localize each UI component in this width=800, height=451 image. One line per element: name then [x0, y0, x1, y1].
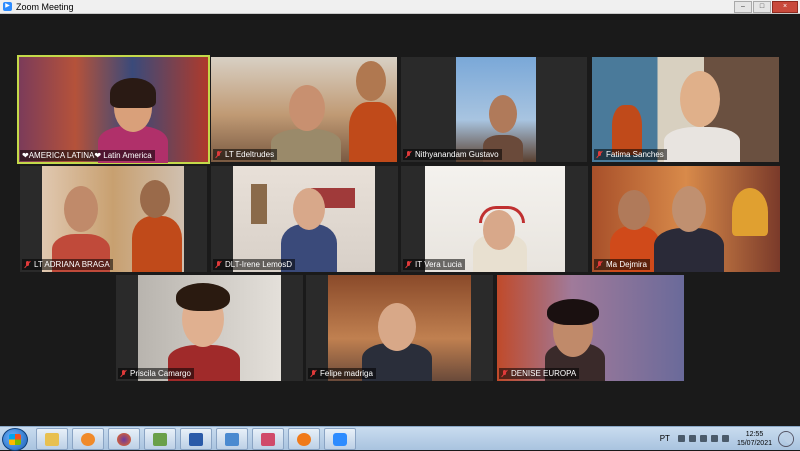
maximize-button[interactable]: □ [753, 1, 771, 13]
taskbar-media-player[interactable] [72, 428, 104, 450]
muted-mic-icon [596, 260, 603, 269]
taskbar: PT 12:55 15/07/2021 [0, 426, 800, 451]
muted-mic-icon [215, 260, 222, 269]
participant-name-tag: Fatima Sanches [594, 149, 667, 160]
window-titlebar: ▶ Zoom Meeting – □ × [0, 0, 800, 14]
participant-name-tag: DENISE EUROPA [499, 368, 580, 379]
start-button[interactable] [2, 428, 28, 451]
system-tray: PT 12:55 15/07/2021 [660, 427, 800, 450]
participant-name: DLT-Irene LemosD [225, 260, 292, 269]
paint-app-icon [153, 432, 167, 446]
paint-brush-icon [225, 432, 239, 446]
participant-name-tag: Ma Dejmira [594, 259, 650, 270]
taskbar-zoom[interactable] [324, 428, 356, 450]
muted-mic-icon [24, 260, 31, 269]
taskbar-firefox[interactable] [108, 428, 140, 450]
scissors-icon [261, 432, 275, 446]
muted-mic-icon [405, 260, 412, 269]
muted-mic-icon [310, 369, 317, 378]
language-indicator[interactable]: PT [660, 434, 670, 443]
signal-icon[interactable] [721, 435, 729, 442]
participant-name-tag: IT Vera Lucia [403, 259, 465, 270]
taskbar-paint[interactable] [144, 428, 176, 450]
zoom-icon [333, 432, 347, 446]
clock-date: 15/07/2021 [736, 439, 772, 447]
window-title: Zoom Meeting [16, 1, 74, 12]
windows-logo-icon [9, 434, 21, 445]
video-tile[interactable]: DLT-Irene LemosD [211, 166, 398, 272]
network-icon[interactable] [710, 435, 718, 442]
word-icon [189, 432, 203, 446]
taskbar-snipping-tool[interactable] [252, 428, 284, 450]
window-controls: – □ × [734, 1, 798, 13]
avast-icon [297, 432, 311, 446]
zoom-app-icon: ▶ [3, 2, 12, 11]
participant-name: LT ADRIANA BRAGA [34, 260, 110, 269]
muted-mic-icon [215, 150, 222, 159]
close-button[interactable]: × [772, 1, 798, 13]
video-tile[interactable]: Fatima Sanches [592, 57, 779, 162]
participant-name: IT Vera Lucia [415, 260, 462, 269]
video-tile[interactable]: LT Edeltrudes [211, 57, 397, 162]
night-mode-icon[interactable] [778, 430, 794, 447]
firefox-icon [117, 432, 131, 446]
participant-name-tag: LT ADRIANA BRAGA [22, 259, 113, 270]
participant-name: Ma Dejmira [606, 260, 647, 269]
participant-name: Fatima Sanches [606, 150, 664, 159]
flag-icon[interactable] [699, 435, 707, 442]
show-hidden-icons-icon[interactable] [677, 435, 685, 442]
participant-name-tag: Priscila Camargo [118, 368, 194, 379]
video-tile[interactable]: Nithyanandam Gustavo [401, 57, 587, 162]
clock-time: 12:55 [745, 430, 764, 438]
muted-mic-icon [596, 150, 603, 159]
muted-mic-icon [120, 369, 127, 378]
minimize-button[interactable]: – [734, 1, 752, 13]
volume-icon[interactable] [688, 435, 696, 442]
video-tile[interactable]: LT ADRIANA BRAGA [20, 166, 207, 272]
video-tile[interactable]: Priscila Camargo [116, 275, 303, 381]
media-player-icon [81, 432, 95, 446]
video-tile[interactable]: DENISE EUROPA [497, 275, 684, 381]
muted-mic-icon [405, 150, 412, 159]
taskbar-file-explorer[interactable] [36, 428, 68, 450]
video-tile[interactable]: Ma Dejmira [592, 166, 780, 272]
participant-name: Felipe madriga [320, 369, 373, 378]
clock[interactable]: 12:55 15/07/2021 [737, 430, 772, 448]
participant-name: DENISE EUROPA [511, 369, 577, 378]
participant-name: Nithyanandam Gustavo [415, 150, 499, 159]
participant-name-tag: LT Edeltrudes [213, 149, 278, 160]
participant-name-tag: Nithyanandam Gustavo [403, 149, 502, 160]
taskbar-avast[interactable] [288, 428, 320, 450]
folder-icon [45, 432, 59, 446]
participant-name-tag: ❤AMERICA LATINA❤ Latin America [20, 150, 155, 161]
participant-name: LT Edeltrudes [225, 150, 275, 159]
taskbar-paint-brush[interactable] [216, 428, 248, 450]
participant-name: ❤AMERICA LATINA❤ Latin America [22, 151, 152, 160]
video-tile[interactable]: ❤AMERICA LATINA❤ Latin America [17, 55, 210, 164]
video-tile[interactable]: Felipe madriga [306, 275, 493, 381]
taskbar-word[interactable] [180, 428, 212, 450]
video-tile[interactable]: IT Vera Lucia [401, 166, 588, 272]
muted-mic-icon [501, 369, 508, 378]
participant-name-tag: Felipe madriga [308, 368, 376, 379]
participant-name: Priscila Camargo [130, 369, 191, 378]
participant-name-tag: DLT-Irene LemosD [213, 259, 295, 270]
